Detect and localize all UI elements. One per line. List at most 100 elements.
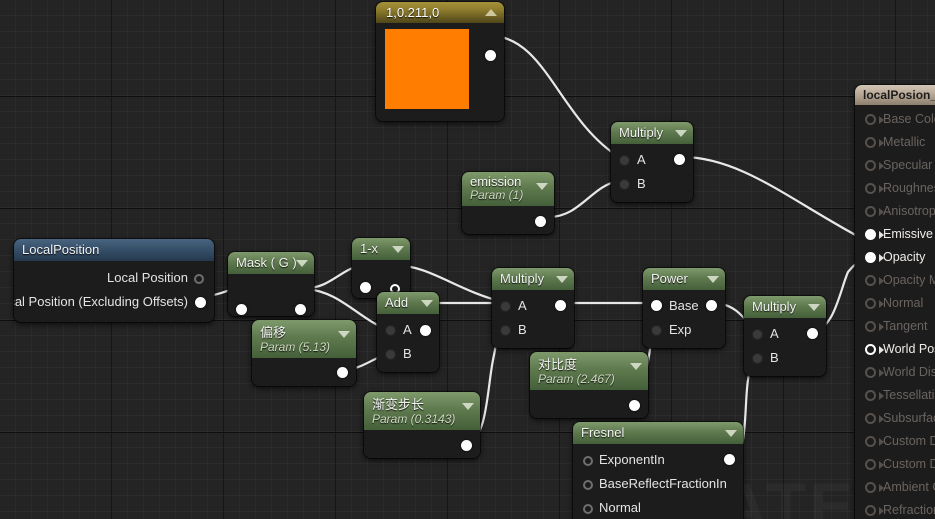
node-param-emission[interactable]: emission Param (1) [462,172,554,234]
material-input-row[interactable]: Metallic [855,131,935,154]
input-pin-a[interactable] [752,329,763,340]
input-row-b[interactable]: B [744,346,826,370]
input-pin-b[interactable] [385,349,396,360]
input-pin-exp[interactable] [651,325,662,336]
node-material-output-header[interactable]: localPosion_ [855,85,935,105]
input-row-b[interactable]: B [377,342,439,366]
input-pin[interactable] [360,282,371,293]
triangle-up-icon[interactable] [485,9,497,16]
color-swatch[interactable] [385,29,469,109]
node-constant-color-header[interactable]: 1,0.211,0 [376,2,504,23]
node-one-minus-x-header[interactable]: 1-x [352,238,410,260]
node-add-header[interactable]: Add [377,292,439,314]
input-pin[interactable] [236,304,247,315]
material-input-row[interactable]: Opacity M [855,269,935,292]
material-input-pin[interactable] [865,252,876,263]
output-pin[interactable] [555,300,566,311]
material-input-row[interactable]: Custom Da [855,430,935,453]
material-input-row[interactable]: Subsurfac [855,407,935,430]
input-row-basereflectfractionin[interactable]: BaseReflectFractionIn [573,472,743,496]
input-pin-b[interactable] [619,179,630,190]
node-material-output[interactable]: localPosion_ Base Color Metallic Specular R… [855,85,935,519]
node-one-minus-x[interactable]: 1-x [352,238,410,298]
material-input-pin[interactable] [865,206,876,217]
output-pin[interactable] [807,328,818,339]
material-input-row[interactable]: World Posi [855,338,935,361]
node-multiply-right-header[interactable]: Multiply [744,296,826,318]
input-pin-a[interactable] [500,301,511,312]
node-param-emission-header[interactable]: emission Param (1) [462,172,554,206]
node-param-offset-header[interactable]: 偏移 Param (5.13) [252,320,356,358]
material-input-pin[interactable] [865,505,876,516]
output-pin[interactable] [295,304,306,315]
node-multiply-mid[interactable]: Multiply A B [492,268,574,348]
input-pin-base[interactable] [651,300,662,311]
chevron-down-icon[interactable] [556,276,568,283]
output-pin[interactable] [337,367,348,378]
output-pin-local-position[interactable] [194,274,204,284]
material-input-pin[interactable] [865,298,876,309]
output-row-local-position-excluding-offsets[interactable]: Local Position (Excluding Offsets) [14,290,214,314]
node-multiply-right[interactable]: Multiply A B [744,296,826,376]
input-row-b[interactable]: B [492,318,574,342]
output-pin[interactable] [706,300,717,311]
chevron-down-icon[interactable] [630,363,642,370]
material-input-pin[interactable] [865,160,876,171]
material-input-pin[interactable] [865,367,876,378]
material-input-row[interactable]: Custom Da [855,453,935,476]
material-input-row[interactable]: Tessellatio [855,384,935,407]
input-pin-normal[interactable] [583,504,593,514]
input-pin-exponentin[interactable] [583,456,593,466]
material-input-row[interactable]: Ambient O [855,476,935,499]
node-param-gradient-step-header[interactable]: 渐变步长 Param (0.3143) [364,392,480,430]
output-pin[interactable] [420,325,431,336]
material-input-row[interactable]: Tangent [855,315,935,338]
input-pin-b[interactable] [500,325,511,336]
input-row-b[interactable]: B [611,172,693,196]
material-input-row[interactable]: Specular [855,154,935,177]
node-fresnel-header[interactable]: Fresnel [573,422,743,444]
input-row-a[interactable]: A [492,294,574,318]
output-pin[interactable] [461,440,472,451]
node-power-header[interactable]: Power [643,268,725,290]
material-input-row[interactable]: Emissive C [855,223,935,246]
material-input-pin[interactable] [865,275,876,286]
node-mask-g-header[interactable]: Mask ( G ) [228,252,314,274]
material-input-row[interactable]: Roughness [855,177,935,200]
material-input-pin[interactable] [865,229,876,240]
material-input-pin[interactable] [865,137,876,148]
material-input-pin[interactable] [865,390,876,401]
material-input-pin[interactable] [865,413,876,424]
chevron-down-icon[interactable] [536,183,548,190]
output-row-local-position[interactable]: Local Position [14,266,214,290]
input-row-a[interactable]: A [611,148,693,172]
output-pin[interactable] [535,216,546,227]
material-input-row[interactable]: Normal [855,292,935,315]
node-power[interactable]: Power Base Exp [643,268,725,348]
node-mask-g[interactable]: Mask ( G ) [228,252,314,316]
node-add[interactable]: Add A B [377,292,439,372]
chevron-down-icon[interactable] [392,246,404,253]
material-graph-canvas[interactable]: ATERIAL 1,0.211,0 [0,0,935,519]
material-input-row[interactable]: Base Color [855,108,935,131]
node-multiply-top[interactable]: Multiply A B [611,122,693,202]
input-row-exponentin[interactable]: ExponentIn [573,448,743,472]
input-row-base[interactable]: Base [643,294,725,318]
material-input-pin[interactable] [865,183,876,194]
node-local-position-header[interactable]: LocalPosition [14,239,214,261]
chevron-down-icon[interactable] [338,331,350,338]
node-multiply-mid-header[interactable]: Multiply [492,268,574,290]
input-row-a[interactable]: A [377,318,439,342]
output-pin[interactable] [674,154,685,165]
chevron-down-icon[interactable] [421,300,433,307]
material-input-row[interactable]: Anisotropy [855,200,935,223]
chevron-down-icon[interactable] [675,130,687,137]
material-input-row[interactable]: Refraction [855,499,935,519]
node-param-offset[interactable]: 偏移 Param (5.13) [252,320,356,386]
chevron-down-icon[interactable] [296,260,308,267]
output-pin-local-position-excluding-offsets[interactable] [195,297,206,308]
node-local-position[interactable]: LocalPosition Local Position Local Posit… [14,239,214,322]
input-row-a[interactable]: A [744,322,826,346]
input-pin-a[interactable] [385,325,396,336]
material-input-row[interactable]: Opacity [855,246,935,269]
